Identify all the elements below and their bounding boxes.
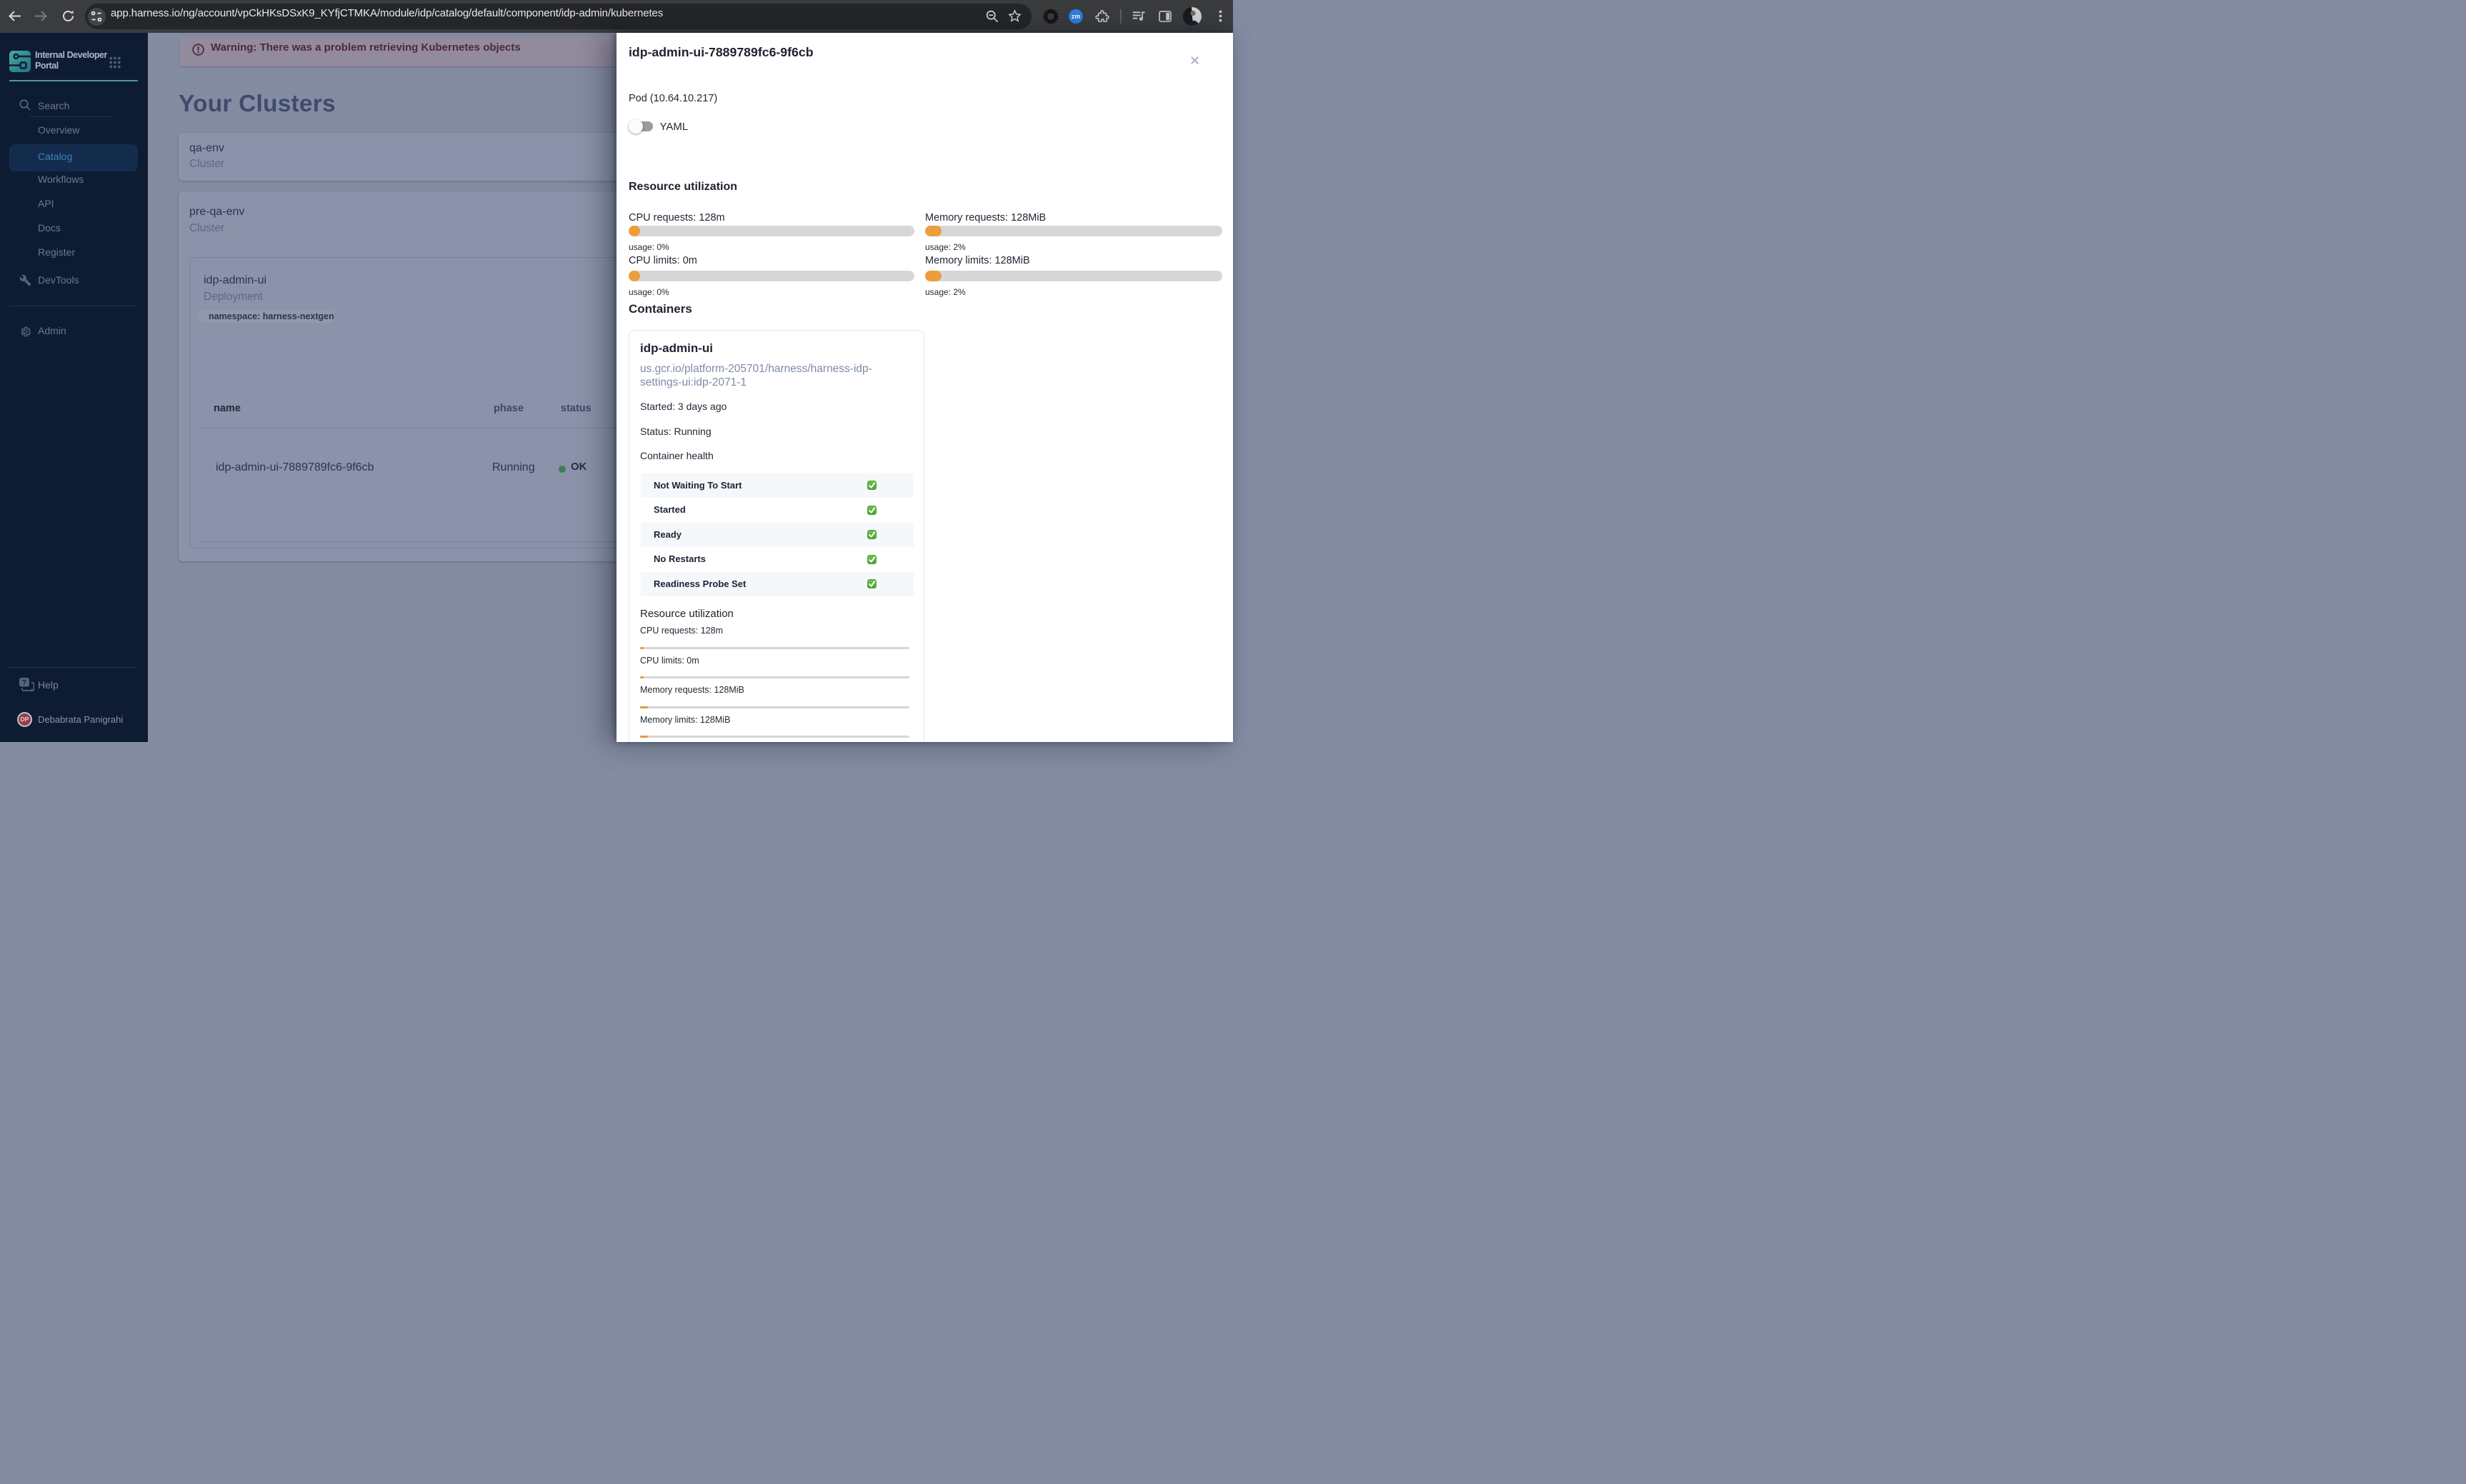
- svg-text:?: ?: [22, 679, 26, 687]
